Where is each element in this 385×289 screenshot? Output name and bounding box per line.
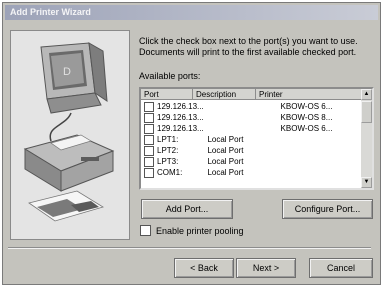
column-header-port[interactable]: Port <box>141 89 193 100</box>
port-checkbox[interactable] <box>144 112 154 123</box>
enable-pooling-checkbox[interactable]: Enable printer pooling <box>140 225 244 236</box>
port-row[interactable]: 129.126.13... KBOW-OS 6... <box>141 123 363 134</box>
port-name: 129.126.13... <box>157 113 204 122</box>
port-description: Local Port <box>207 146 244 155</box>
port-printer: KBOW-OS 6... <box>280 102 333 111</box>
port-checkbox[interactable] <box>144 145 154 156</box>
next-button[interactable]: Next > <box>236 258 296 278</box>
scroll-up-icon[interactable]: ▲ <box>361 89 372 100</box>
pooling-checkbox-box[interactable] <box>140 225 151 236</box>
wizard-illustration: D <box>10 30 130 240</box>
port-row[interactable]: LPT2: Local Port <box>141 145 363 156</box>
ports-list-header: Port Description Printer <box>141 89 363 100</box>
port-checkbox[interactable] <box>144 101 154 112</box>
add-port-button[interactable]: Add Port... <box>141 199 233 219</box>
port-description: Local Port <box>207 157 244 166</box>
cancel-button[interactable]: Cancel <box>309 258 373 278</box>
port-checkbox[interactable] <box>144 167 154 178</box>
port-name: COM1: <box>157 168 183 177</box>
port-name: 129.126.13... <box>157 124 204 133</box>
divider <box>8 247 371 249</box>
port-checkbox[interactable] <box>144 156 154 167</box>
back-button[interactable]: < Back <box>174 258 234 278</box>
ports-list[interactable]: Port Description Printer 129.126.13... K… <box>139 87 374 190</box>
port-row[interactable]: LPT3: Local Port <box>141 156 363 167</box>
available-ports-label: Available ports: <box>139 71 201 81</box>
configure-port-button[interactable]: Configure Port... <box>282 199 373 219</box>
svg-text:D: D <box>63 66 71 78</box>
port-row[interactable]: 129.126.13... KBOW-OS 8... <box>141 112 363 123</box>
port-checkbox[interactable] <box>144 134 154 145</box>
port-printer: KBOW-OS 6... <box>280 124 333 133</box>
scroll-down-icon[interactable]: ▼ <box>361 177 372 188</box>
port-row[interactable]: LPT1: Local Port <box>141 134 363 145</box>
ports-rows: 129.126.13... KBOW-OS 6... 129.126.13...… <box>141 101 363 178</box>
port-row[interactable]: 129.126.13... KBOW-OS 6... <box>141 101 363 112</box>
ports-scrollbar[interactable]: ▲ ▼ <box>361 89 372 188</box>
column-header-printer[interactable]: Printer <box>256 89 363 100</box>
scroll-thumb[interactable] <box>361 101 372 123</box>
port-checkbox[interactable] <box>144 123 154 134</box>
port-name: LPT3: <box>157 157 179 166</box>
port-name: LPT1: <box>157 135 179 144</box>
printer-computer-icon: D <box>11 31 129 239</box>
port-description: Local Port <box>207 168 244 177</box>
title-bar: Add Printer Wizard <box>5 5 378 20</box>
port-name: 129.126.13... <box>157 102 204 111</box>
pooling-label: Enable printer pooling <box>156 225 244 236</box>
port-row[interactable]: COM1: Local Port <box>141 167 363 178</box>
port-printer: KBOW-OS 8... <box>280 113 333 122</box>
instructions-text: Click the check box next to the port(s) … <box>139 36 358 57</box>
port-description: Local Port <box>207 135 244 144</box>
column-header-description[interactable]: Description <box>193 89 256 100</box>
port-name: LPT2: <box>157 146 179 155</box>
